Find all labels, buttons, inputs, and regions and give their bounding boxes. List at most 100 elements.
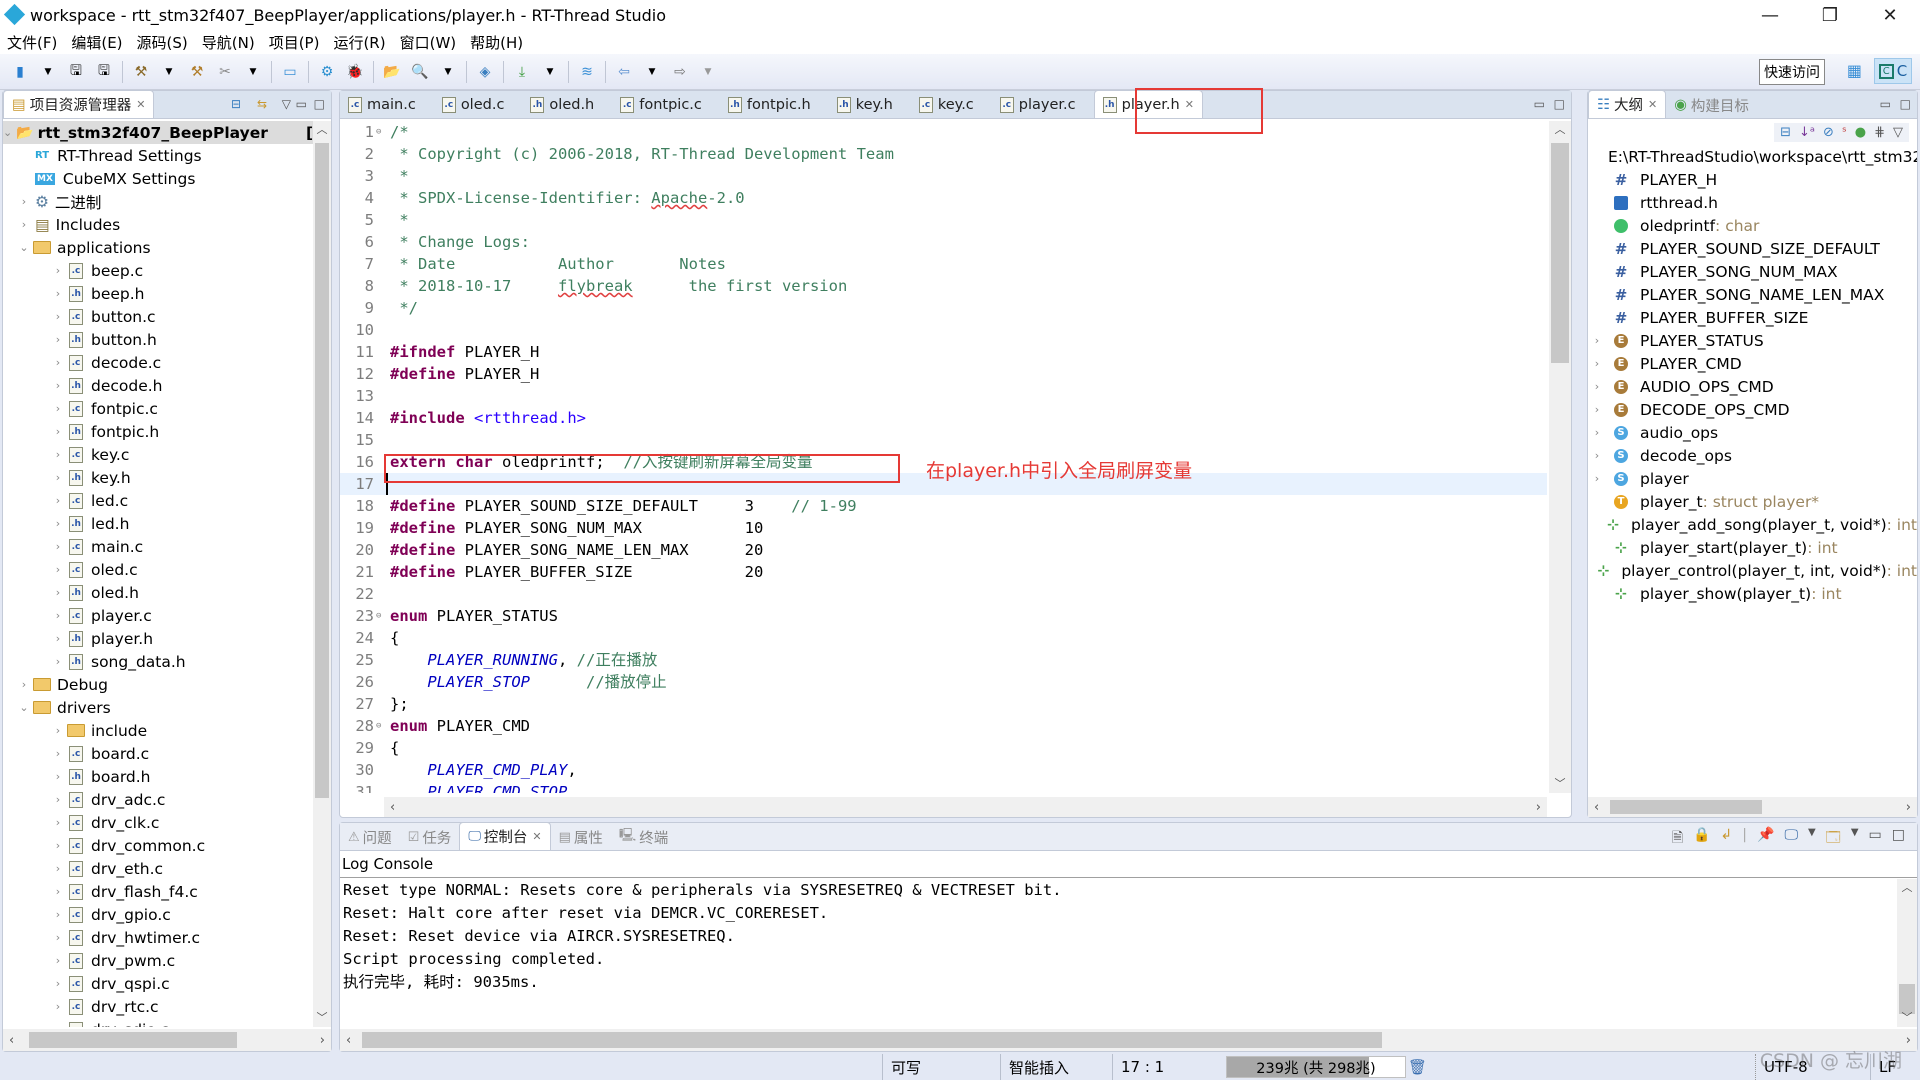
scroll-right-icon[interactable]: › bbox=[1906, 1033, 1911, 1048]
maximize-button[interactable]: ❐ bbox=[1800, 0, 1860, 30]
console-tab-0[interactable]: ⚠ 问题 bbox=[340, 824, 400, 850]
expand-arrow-icon[interactable]: › bbox=[51, 471, 65, 484]
dropdown-icon[interactable]: ▼ bbox=[437, 61, 459, 83]
code-line[interactable]: 31 PLAYER_CMD_STOP, bbox=[340, 781, 1547, 793]
expand-arrow-icon[interactable]: › bbox=[51, 931, 65, 944]
expand-arrow-icon[interactable]: › bbox=[51, 448, 65, 461]
expand-arrow-icon[interactable]: › bbox=[51, 402, 65, 415]
tree-item[interactable]: › ▤ Includes bbox=[3, 213, 313, 236]
tree-item[interactable]: › Debug bbox=[3, 673, 313, 696]
minimize-panel-icon[interactable]: ▭ bbox=[1880, 97, 1891, 111]
tree-item[interactable]: › .h beep.h bbox=[3, 282, 313, 305]
menu-item-7[interactable]: 帮助(H) bbox=[463, 32, 530, 53]
hide-static-icon[interactable]: ˢ bbox=[1842, 125, 1847, 140]
scroll-left-icon[interactable]: ‹ bbox=[9, 1033, 14, 1048]
expand-arrow-icon[interactable]: › bbox=[51, 816, 65, 829]
collapse-arrow-icon[interactable]: ⌄ bbox=[17, 241, 31, 254]
expand-arrow-icon[interactable]: › bbox=[17, 218, 31, 231]
code-line[interactable]: 29 { bbox=[340, 737, 1547, 759]
code-line[interactable]: 12 #define PLAYER_H bbox=[340, 363, 1547, 385]
outline-item[interactable]: Tplayer_t : struct player* bbox=[1588, 490, 1917, 513]
editor-tab-key-h[interactable]: .h key.h bbox=[829, 92, 901, 118]
menu-item-4[interactable]: 项目(P) bbox=[262, 32, 327, 53]
scroll-up-icon[interactable]: ︿ bbox=[313, 121, 331, 137]
expand-arrow-icon[interactable]: › bbox=[1588, 357, 1606, 370]
expand-arrow-icon[interactable]: › bbox=[51, 885, 65, 898]
code-line[interactable]: 18 #define PLAYER_SOUND_SIZE_DEFAULT 3 //… bbox=[340, 495, 1547, 517]
scroll-thumb[interactable] bbox=[1551, 143, 1569, 363]
menu-item-1[interactable]: 编辑(E) bbox=[64, 32, 129, 53]
hide-nonpublic-icon[interactable]: ● bbox=[1855, 125, 1866, 140]
outline-item[interactable]: rtthread.h bbox=[1588, 191, 1917, 214]
code-line[interactable]: 23 ⊖ enum PLAYER_STATUS bbox=[340, 605, 1547, 627]
expand-arrow-icon[interactable]: › bbox=[51, 655, 65, 668]
outline-item[interactable]: ⊹ player_start(player_t) : int bbox=[1588, 536, 1917, 559]
tab-outline[interactable]: ☷ 大纲 ✕ bbox=[1588, 90, 1667, 118]
expand-arrow-icon[interactable]: › bbox=[1588, 449, 1606, 462]
code-line[interactable]: 30 PLAYER_CMD_PLAY, bbox=[340, 759, 1547, 781]
new-project-icon[interactable]: ▮ bbox=[9, 61, 31, 83]
tree-item[interactable]: › .c drv_sdio.c bbox=[3, 1018, 313, 1027]
expand-arrow-icon[interactable]: › bbox=[51, 862, 65, 875]
editor-vertical-scrollbar[interactable]: ︿ ﹀ bbox=[1549, 121, 1571, 793]
expand-arrow-icon[interactable]: › bbox=[51, 379, 65, 392]
scroll-left-icon[interactable]: ‹ bbox=[1594, 800, 1599, 815]
expand-arrow-icon[interactable]: › bbox=[1588, 403, 1606, 416]
tree-item[interactable]: › .h player.h bbox=[3, 627, 313, 650]
expand-arrow-icon[interactable]: › bbox=[51, 632, 65, 645]
minimize-panel-icon[interactable]: ▭ bbox=[296, 97, 307, 111]
tree-item[interactable]: › include bbox=[3, 719, 313, 742]
tree-item[interactable]: › .c drv_clk.c bbox=[3, 811, 313, 834]
build-icon[interactable]: ⚒ bbox=[130, 61, 152, 83]
expand-arrow-icon[interactable]: › bbox=[1588, 426, 1606, 439]
editor-tab-key-c[interactable]: .c key.c bbox=[911, 92, 982, 118]
hide-fields-icon[interactable]: ⊘ bbox=[1823, 125, 1834, 140]
editor-tab-main-c[interactable]: .c main.c bbox=[340, 92, 424, 118]
tree-item[interactable]: › .c drv_qspi.c bbox=[3, 972, 313, 995]
tree-item[interactable]: › .c oled.c bbox=[3, 558, 313, 581]
expand-arrow-icon[interactable]: › bbox=[51, 1000, 65, 1013]
outline-item[interactable]: # PLAYER_SOUND_SIZE_DEFAULT bbox=[1588, 237, 1917, 260]
tree-item[interactable]: › .h decode.h bbox=[3, 374, 313, 397]
dropdown-icon[interactable]: ▼ bbox=[242, 61, 264, 83]
scroll-thumb[interactable] bbox=[29, 1032, 237, 1048]
code-line[interactable]: 3 * bbox=[340, 165, 1547, 187]
expand-arrow-icon[interactable]: › bbox=[1588, 334, 1606, 347]
code-line[interactable]: 19 #define PLAYER_SONG_NUM_MAX 10 bbox=[340, 517, 1547, 539]
tree-item[interactable]: › .c key.c bbox=[3, 443, 313, 466]
outline-item[interactable]: › Sdecode_ops bbox=[1588, 444, 1917, 467]
open-folder-icon[interactable]: 📂 bbox=[381, 61, 403, 83]
clean-icon[interactable]: ✂ bbox=[214, 61, 236, 83]
garbage-collect-icon[interactable]: 🗑 bbox=[1408, 1058, 1427, 1076]
debug-icon[interactable]: 🐞 bbox=[344, 61, 366, 83]
code-line[interactable]: 8 * 2018-10-17 flybreak the first versio… bbox=[340, 275, 1547, 297]
maximize-panel-icon[interactable]: □ bbox=[1900, 97, 1911, 111]
tree-item[interactable]: › .c drv_flash_f4.c bbox=[3, 880, 313, 903]
tree-item[interactable]: › .c fontpic.c bbox=[3, 397, 313, 420]
expand-arrow-icon[interactable]: ⌄ bbox=[3, 126, 12, 139]
code-line[interactable]: 4 * SPDX-License-Identifier: Apache-2.0 bbox=[340, 187, 1547, 209]
sdk-manager-icon[interactable]: ◈ bbox=[474, 61, 496, 83]
explorer-vertical-scrollbar[interactable]: ︿ ﹀ bbox=[313, 121, 331, 1027]
editor-horizontal-scrollbar[interactable]: ‹ › bbox=[384, 797, 1547, 817]
code-line[interactable]: 26 PLAYER_STOP //播放停止 bbox=[340, 671, 1547, 693]
code-line[interactable]: 5 * bbox=[340, 209, 1547, 231]
fold-toggle-icon[interactable]: ⊖ bbox=[376, 715, 386, 737]
expand-arrow-icon[interactable]: › bbox=[51, 954, 65, 967]
view-menu-icon[interactable]: ▽ bbox=[1893, 125, 1903, 140]
outline-item[interactable]: # PLAYER_SONG_NAME_LEN_MAX bbox=[1588, 283, 1917, 306]
minimize-panel-icon[interactable]: ▭ bbox=[1869, 827, 1882, 851]
view-menu-icon[interactable]: ▽ bbox=[282, 97, 291, 111]
tree-item[interactable]: › .c board.c bbox=[3, 742, 313, 765]
scroll-down-icon[interactable]: ﹀ bbox=[1549, 775, 1571, 791]
clear-console-icon[interactable]: 🗎 bbox=[1672, 827, 1683, 851]
menu-item-3[interactable]: 导航(N) bbox=[195, 32, 262, 53]
collapse-all-icon[interactable]: ⊟ bbox=[1780, 125, 1791, 140]
tree-item[interactable]: › .c led.c bbox=[3, 489, 313, 512]
tree-item[interactable]: › .c beep.c bbox=[3, 259, 313, 282]
tree-item[interactable]: › .h fontpic.h bbox=[3, 420, 313, 443]
expand-arrow-icon[interactable]: › bbox=[17, 195, 31, 208]
outline-item[interactable]: ⊹ player_add_song(player_t, void*) : int bbox=[1588, 513, 1917, 536]
expand-arrow-icon[interactable]: › bbox=[51, 540, 65, 553]
expand-arrow-icon[interactable]: › bbox=[51, 333, 65, 346]
